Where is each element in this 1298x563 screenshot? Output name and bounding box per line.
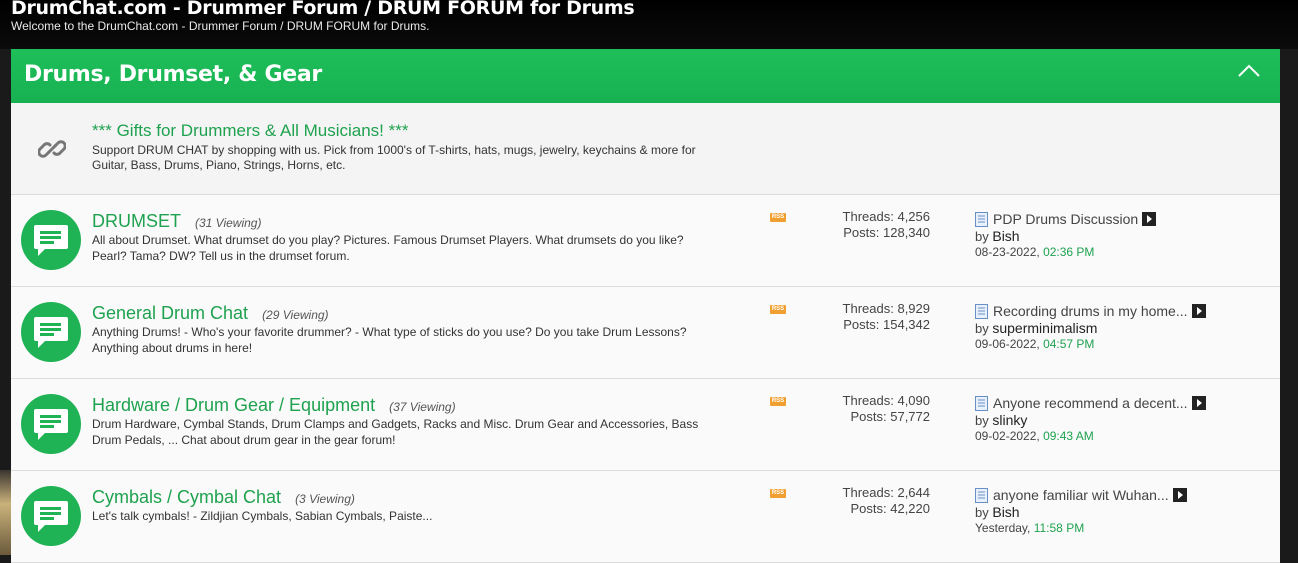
last-post-date: 09-06-2022, [975,337,1040,351]
last-post: PDP Drums Discussion by Bish 08-23-2022,… [975,210,1275,259]
forum-description: Drum Hardware, Cymbal Stands, Drum Clamp… [92,417,699,447]
forum-stats: Threads: 8,929 Posts: 154,342 [781,301,930,333]
last-post: Recording drums in my home... by supermi… [975,302,1275,351]
site-header: DrumChat.com - Drummer Forum / DRUM FORU… [0,0,1298,49]
forum-row-cymbals: Cymbals / Cymbal Chat (3 Viewing) Let's t… [11,471,1280,563]
by-label: by [975,321,989,336]
site-subtitle: Welcome to the DrumChat.com - Drummer Fo… [11,19,430,33]
by-label: by [975,413,989,428]
last-post-user[interactable]: Bish [992,504,1019,520]
last-post-title[interactable]: Recording drums in my home... [993,303,1188,319]
site-title[interactable]: DrumChat.com - Drummer Forum / DRUM FORU… [11,0,635,19]
link-forum-title[interactable]: *** Gifts for Drummers & All Musicians! … [92,121,408,141]
chat-bubble-icon[interactable] [21,210,81,270]
forum-row-drumset: DRUMSET (31 Viewing) All about Drumset. W… [11,195,1280,287]
forum-stats: Threads: 4,090 Posts: 57,772 [781,393,930,425]
category-title[interactable]: Drums, Drumset, & Gear [24,62,322,87]
viewing-count: (31 Viewing) [195,216,262,230]
forum-title[interactable]: General Drum Chat [92,303,248,323]
viewing-count: (29 Viewing) [262,308,329,322]
last-post-user[interactable]: slinky [992,412,1027,428]
last-post-title[interactable]: anyone familiar wit Wuhan... [993,487,1169,503]
viewing-count: (37 Viewing) [389,400,456,414]
forum-title[interactable]: Hardware / Drum Gear / Equipment [92,395,375,415]
link-forum-row: *** Gifts for Drummers & All Musicians! … [11,103,1280,195]
chevron-up-icon[interactable] [1236,61,1262,83]
forum-description: Anything Drums! - Who's your favorite dr… [92,325,687,355]
last-post-time: 11:58 PM [1033,521,1085,535]
chat-bubble-icon[interactable] [21,486,81,546]
viewing-count: (3 Viewing) [295,492,355,506]
threads-count: Threads: 4,090 [842,393,930,408]
link-forum-description: Support DRUM CHAT by shopping with us. P… [92,143,696,172]
last-post-time: 02:36 PM [1043,245,1095,259]
forum-row-hardware: Hardware / Drum Gear / Equipment (37 View… [11,379,1280,471]
posts-count: Posts: 57,772 [850,409,931,424]
forum-row-general-drum-chat: General Drum Chat (29 Viewing) Anything D… [11,287,1280,379]
go-to-last-post-icon[interactable] [1191,396,1206,410]
chat-bubble-icon[interactable] [21,302,81,362]
by-label: by [975,505,989,520]
last-post-title[interactable]: Anyone recommend a decent... [993,395,1188,411]
threads-count: Threads: 4,256 [842,209,930,224]
go-to-last-post-icon[interactable] [1142,212,1157,226]
forum-stats: Threads: 4,256 Posts: 128,340 [781,209,930,241]
forum-title[interactable]: Cymbals / Cymbal Chat [92,487,281,507]
category-header: Drums, Drumset, & Gear [11,49,1280,103]
document-icon [975,395,988,411]
document-icon [975,487,988,503]
last-post-user[interactable]: superminimalism [992,320,1097,336]
last-post-date: 08-23-2022, [975,245,1040,259]
posts-count: Posts: 128,340 [843,225,930,240]
document-icon [975,303,988,319]
document-icon [975,211,988,227]
chat-bubble-icon[interactable] [21,394,81,454]
background-image [0,470,11,555]
threads-count: Threads: 2,644 [842,485,930,500]
forum-description: Let's talk cymbals! - Zildjian Cymbals, … [92,509,433,523]
last-post: Anyone recommend a decent... by slinky 0… [975,394,1275,443]
threads-count: Threads: 8,929 [842,301,930,316]
last-post-title[interactable]: PDP Drums Discussion [993,211,1138,227]
posts-count: Posts: 154,342 [843,317,930,332]
posts-count: Posts: 42,220 [850,501,931,516]
last-post-time: 04:57 PM [1043,337,1095,351]
last-post-date: 09-02-2022, [975,429,1040,443]
forum-stats: Threads: 2,644 Posts: 42,220 [781,485,930,517]
link-icon [37,135,67,168]
go-to-last-post-icon[interactable] [1172,488,1187,502]
forum-description: All about Drumset. What drumset do you p… [92,233,684,263]
last-post-date: Yesterday, [975,521,1031,535]
last-post-user[interactable]: Bish [992,228,1019,244]
last-post: anyone familiar wit Wuhan... by Bish Yes… [975,486,1275,535]
forum-category-panel: Drums, Drumset, & Gear *** Gifts for Dru… [11,49,1280,563]
last-post-time: 09:43 AM [1043,429,1094,443]
go-to-last-post-icon[interactable] [1191,304,1206,318]
by-label: by [975,229,989,244]
forum-title[interactable]: DRUMSET [92,211,181,231]
